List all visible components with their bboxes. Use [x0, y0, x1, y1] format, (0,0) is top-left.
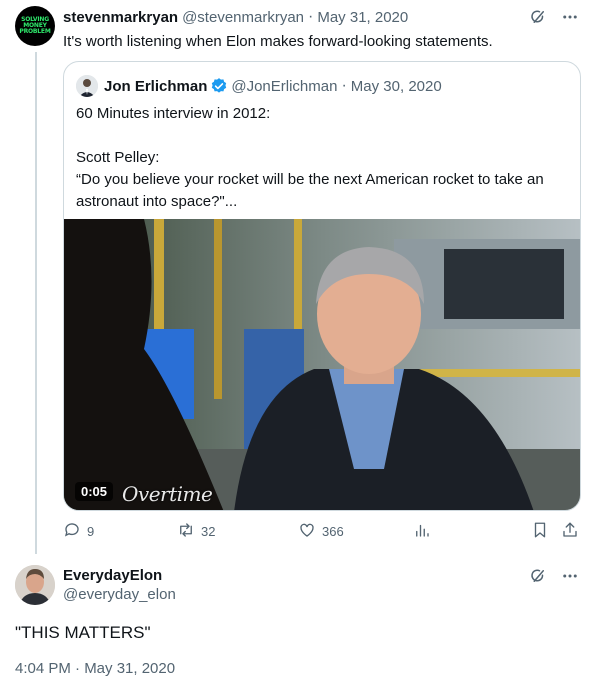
- reply-author-name[interactable]: EverydayElon: [63, 567, 176, 584]
- tweet-header: stevenmarkryan @stevenmarkryan · May 31,…: [63, 8, 408, 26]
- quoted-date[interactable]: May 30, 2020: [351, 78, 442, 95]
- avatar-logo-text: SOLVING MONEY PROBLEM: [19, 16, 51, 35]
- reply-timestamp[interactable]: 4:04 PM · May 31, 2020: [15, 660, 175, 677]
- avatar[interactable]: SOLVING MONEY PROBLEM: [15, 6, 55, 46]
- like-button[interactable]: 366: [298, 521, 344, 542]
- bookmark-button[interactable]: [531, 521, 549, 542]
- quoted-header: Jon Erlichman @JonErlichman · May 30, 20…: [104, 77, 442, 95]
- quoted-avatar[interactable]: [76, 75, 98, 97]
- separator: ·: [308, 8, 314, 25]
- analytics-icon: [413, 521, 431, 542]
- reply-count: 9: [87, 524, 95, 539]
- like-count: 366: [322, 524, 344, 539]
- reply-text: "THIS MATTERS": [15, 623, 151, 642]
- video-frame: [64, 219, 580, 510]
- action-bar: 9 32 366: [63, 521, 583, 543]
- quoted-text: 60 Minutes interview in 2012: Scott Pell…: [76, 105, 544, 210]
- tweet-text: It's worth listening when Elon makes for…: [63, 33, 493, 50]
- reply-header: EverydayElon @everyday_elon: [63, 567, 176, 603]
- separator: ·: [341, 77, 347, 94]
- grok-icon[interactable]: [529, 567, 547, 590]
- video-watermark: Overtime: [122, 482, 213, 506]
- reply-icon: [63, 521, 81, 542]
- tweet-date[interactable]: May 31, 2020: [317, 9, 408, 26]
- thread-line: [35, 52, 37, 554]
- bookmark-icon: [531, 521, 549, 542]
- views-button[interactable]: [413, 521, 431, 542]
- verified-icon: [210, 77, 228, 95]
- reply-avatar[interactable]: [15, 565, 55, 605]
- more-icon[interactable]: [561, 8, 579, 31]
- heart-icon: [298, 521, 316, 542]
- tweet-top-icons: [529, 8, 579, 31]
- quoted-tweet[interactable]: Jon Erlichman @JonErlichman · May 30, 20…: [63, 61, 581, 511]
- repost-icon: [177, 521, 195, 542]
- more-icon[interactable]: [561, 567, 579, 590]
- share-button[interactable]: [561, 521, 579, 542]
- reply-top-icons: [529, 567, 579, 590]
- repost-count: 32: [201, 524, 216, 539]
- author-handle[interactable]: @stevenmarkryan: [182, 9, 304, 26]
- reply-author-handle[interactable]: @everyday_elon: [63, 586, 176, 603]
- author-name[interactable]: stevenmarkryan: [63, 9, 178, 26]
- video-time: 0:05: [75, 482, 114, 501]
- reply-button[interactable]: 9: [63, 521, 94, 542]
- repost-button[interactable]: 32: [177, 521, 215, 542]
- quoted-author-name[interactable]: Jon Erlichman: [104, 78, 207, 95]
- video-player[interactable]: 0:05 Overtime: [64, 219, 580, 510]
- quoted-author-handle[interactable]: @JonErlichman: [231, 78, 337, 95]
- share-icon: [561, 521, 579, 542]
- grok-icon[interactable]: [529, 8, 547, 31]
